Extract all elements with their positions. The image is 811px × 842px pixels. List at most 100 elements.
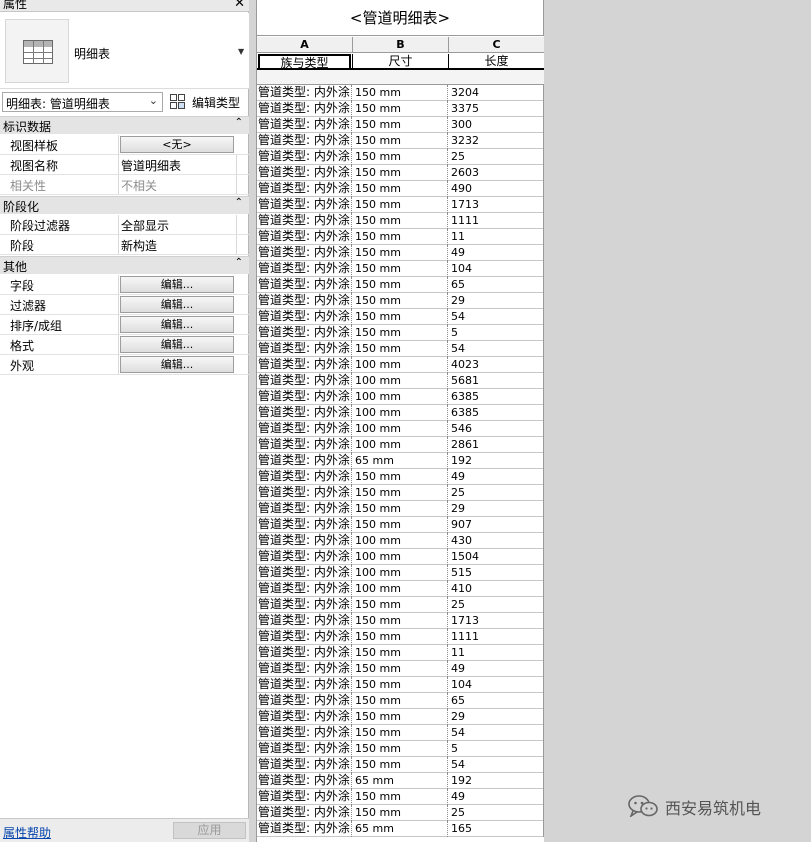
- cell-length[interactable]: 49: [449, 469, 545, 484]
- cell-length[interactable]: 3204: [449, 85, 545, 100]
- cell-family-type[interactable]: 管道类型: 内外涂: [258, 85, 351, 100]
- cell-size[interactable]: 100 mm: [353, 373, 449, 388]
- cell-family-type[interactable]: 管道类型: 内外涂: [258, 581, 351, 596]
- cell-size[interactable]: 150 mm: [353, 629, 449, 644]
- cell-family-type[interactable]: 管道类型: 内外涂: [258, 485, 351, 500]
- cell-length[interactable]: 1713: [449, 613, 545, 628]
- cell-length[interactable]: 104: [449, 261, 545, 276]
- cell-size[interactable]: 150 mm: [353, 645, 449, 660]
- phase-filter-field[interactable]: 全部显示: [121, 217, 169, 234]
- cell-family-type[interactable]: 管道类型: 内外涂: [258, 549, 351, 564]
- table-row[interactable]: 管道类型: 内外涂 150 mm 3375: [257, 101, 544, 117]
- edit-type-button[interactable]: 编辑类型: [170, 92, 248, 112]
- table-row[interactable]: 管道类型: 内外涂 150 mm 104: [257, 261, 544, 277]
- cell-family-type[interactable]: 管道类型: 内外涂: [258, 789, 351, 804]
- cell-family-type[interactable]: 管道类型: 内外涂: [258, 149, 351, 164]
- cell-family-type[interactable]: 管道类型: 内外涂: [258, 293, 351, 308]
- view-template-button[interactable]: <无>: [120, 136, 234, 153]
- cell-length[interactable]: 54: [449, 757, 545, 772]
- table-row[interactable]: 管道类型: 内外涂 100 mm 430: [257, 533, 544, 549]
- cell-family-type[interactable]: 管道类型: 内外涂: [258, 373, 351, 388]
- collapse-icon[interactable]: ⌃: [235, 257, 243, 268]
- cell-family-type[interactable]: 管道类型: 内外涂: [258, 245, 351, 260]
- cell-length[interactable]: 430: [449, 533, 545, 548]
- table-row[interactable]: 管道类型: 内外涂 100 mm 5681: [257, 373, 544, 389]
- cell-family-type[interactable]: 管道类型: 内外涂: [258, 229, 351, 244]
- cell-length[interactable]: 49: [449, 245, 545, 260]
- cell-size[interactable]: 150 mm: [353, 757, 449, 772]
- cell-size[interactable]: 150 mm: [353, 709, 449, 724]
- cell-length[interactable]: 6385: [449, 405, 545, 420]
- cell-length[interactable]: 4023: [449, 357, 545, 372]
- table-row[interactable]: 管道类型: 内外涂 100 mm 2861: [257, 437, 544, 453]
- filter-edit-button[interactable]: 编辑...: [120, 296, 234, 313]
- cell-family-type[interactable]: 管道类型: 内外涂: [258, 325, 351, 340]
- table-row[interactable]: 管道类型: 内外涂 150 mm 54: [257, 725, 544, 741]
- table-row[interactable]: 管道类型: 内外涂 150 mm 25: [257, 597, 544, 613]
- column-letter-b[interactable]: B: [353, 37, 448, 52]
- table-row[interactable]: 管道类型: 内外涂 150 mm 49: [257, 661, 544, 677]
- cell-family-type[interactable]: 管道类型: 内外涂: [258, 421, 351, 436]
- cell-size[interactable]: 150 mm: [353, 309, 449, 324]
- cell-length[interactable]: 54: [449, 309, 545, 324]
- cell-family-type[interactable]: 管道类型: 内外涂: [258, 677, 351, 692]
- cell-length[interactable]: 29: [449, 293, 545, 308]
- table-row[interactable]: 管道类型: 内外涂 150 mm 5: [257, 325, 544, 341]
- table-row[interactable]: 管道类型: 内外涂 100 mm 4023: [257, 357, 544, 373]
- table-row[interactable]: 管道类型: 内外涂 150 mm 49: [257, 245, 544, 261]
- cell-size[interactable]: 150 mm: [353, 613, 449, 628]
- cell-size[interactable]: 65 mm: [353, 821, 449, 836]
- cell-family-type[interactable]: 管道类型: 内外涂: [258, 805, 351, 820]
- table-row[interactable]: 管道类型: 内外涂 150 mm 65: [257, 693, 544, 709]
- cell-family-type[interactable]: 管道类型: 内外涂: [258, 565, 351, 580]
- cell-length[interactable]: 300: [449, 117, 545, 132]
- cell-family-type[interactable]: 管道类型: 内外涂: [258, 165, 351, 180]
- cell-size[interactable]: 150 mm: [353, 741, 449, 756]
- cell-length[interactable]: 25: [449, 485, 545, 500]
- table-row[interactable]: 管道类型: 内外涂 100 mm 6385: [257, 389, 544, 405]
- cell-family-type[interactable]: 管道类型: 内外涂: [258, 469, 351, 484]
- cell-size[interactable]: 150 mm: [353, 725, 449, 740]
- cell-size[interactable]: 150 mm: [353, 597, 449, 612]
- cell-length[interactable]: 25: [449, 805, 545, 820]
- cell-family-type[interactable]: 管道类型: 内外涂: [258, 133, 351, 148]
- table-row[interactable]: 管道类型: 内外涂 65 mm 192: [257, 453, 544, 469]
- cell-family-type[interactable]: 管道类型: 内外涂: [258, 261, 351, 276]
- cell-size[interactable]: 100 mm: [353, 405, 449, 420]
- table-row[interactable]: 管道类型: 内外涂 150 mm 907: [257, 517, 544, 533]
- cell-length[interactable]: 54: [449, 725, 545, 740]
- cell-family-type[interactable]: 管道类型: 内外涂: [258, 501, 351, 516]
- fields-edit-button[interactable]: 编辑...: [120, 276, 234, 293]
- table-row[interactable]: 管道类型: 内外涂 150 mm 54: [257, 757, 544, 773]
- table-row[interactable]: 管道类型: 内外涂 150 mm 3204: [257, 85, 544, 101]
- table-row[interactable]: 管道类型: 内外涂 150 mm 25: [257, 485, 544, 501]
- cell-family-type[interactable]: 管道类型: 内外涂: [258, 597, 351, 612]
- cell-length[interactable]: 907: [449, 517, 545, 532]
- properties-help-link[interactable]: 属性帮助: [3, 824, 51, 841]
- table-row[interactable]: 管道类型: 内外涂 150 mm 29: [257, 293, 544, 309]
- cell-length[interactable]: 65: [449, 277, 545, 292]
- column-header-family-type[interactable]: 族与类型: [258, 54, 351, 70]
- cell-length[interactable]: 1111: [449, 213, 545, 228]
- cell-family-type[interactable]: 管道类型: 内外涂: [258, 709, 351, 724]
- column-header-length[interactable]: 长度: [449, 54, 544, 68]
- dropdown-arrow-icon[interactable]: ▼: [238, 47, 244, 56]
- cell-family-type[interactable]: 管道类型: 内外涂: [258, 101, 351, 116]
- cell-size[interactable]: 150 mm: [353, 149, 449, 164]
- cell-family-type[interactable]: 管道类型: 内外涂: [258, 357, 351, 372]
- cell-family-type[interactable]: 管道类型: 内外涂: [258, 213, 351, 228]
- cell-length[interactable]: 5681: [449, 373, 545, 388]
- table-row[interactable]: 管道类型: 内外涂 150 mm 25: [257, 805, 544, 821]
- cell-size[interactable]: 150 mm: [353, 341, 449, 356]
- group-other[interactable]: 其他 ⌃: [0, 256, 249, 274]
- table-row[interactable]: 管道类型: 内外涂 150 mm 11: [257, 645, 544, 661]
- cell-size[interactable]: 150 mm: [353, 197, 449, 212]
- cell-family-type[interactable]: 管道类型: 内外涂: [258, 693, 351, 708]
- cell-length[interactable]: 2861: [449, 437, 545, 452]
- cell-family-type[interactable]: 管道类型: 内外涂: [258, 661, 351, 676]
- cell-size[interactable]: 100 mm: [353, 357, 449, 372]
- cell-family-type[interactable]: 管道类型: 内外涂: [258, 741, 351, 756]
- cell-size[interactable]: 100 mm: [353, 437, 449, 452]
- cell-length[interactable]: 104: [449, 677, 545, 692]
- cell-length[interactable]: 5: [449, 741, 545, 756]
